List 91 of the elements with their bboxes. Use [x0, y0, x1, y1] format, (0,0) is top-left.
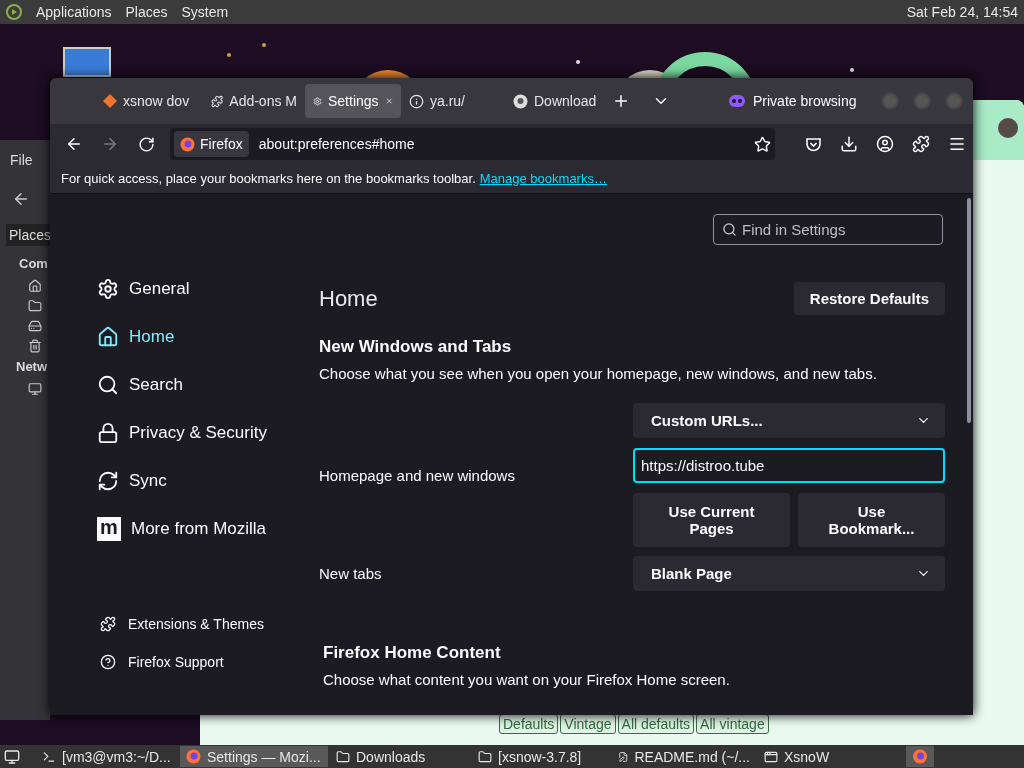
- section-description: Choose what content you want on your Firefox Home screen.: [323, 671, 731, 688]
- bookmarks-hint: For quick access, place your bookmarks here on the bookmarks toolbar.: [61, 171, 476, 186]
- manage-bookmarks-link[interactable]: Manage bookmarks…: [479, 171, 607, 186]
- folder-icon[interactable]: [28, 299, 42, 313]
- panel-menu[interactable]: Places: [125, 4, 168, 20]
- action-button[interactable]: Use Bookmark...: [798, 493, 945, 547]
- panel-menu[interactable]: Applications: [36, 4, 112, 20]
- section-title: Firefox Home Content: [323, 643, 502, 663]
- bookmark-star-icon[interactable]: [754, 135, 771, 153]
- page-heading: Home: [319, 285, 378, 312]
- taskbar-item[interactable]: [xsnow-3.7.8]: [472, 746, 610, 767]
- menu-item[interactable]: File: [10, 152, 33, 168]
- restore-defaults-button[interactable]: Restore Defaults: [793, 282, 945, 315]
- new-tabs-dropdown[interactable]: Blank Page: [633, 556, 945, 591]
- settings-icon: [97, 278, 119, 300]
- firefox-icon: [180, 136, 195, 152]
- setting-label: Homepage and new windows: [319, 466, 515, 484]
- folder-icon: [336, 749, 350, 764]
- badge-icon: [513, 93, 528, 109]
- option-button[interactable]: Defaults: [499, 714, 559, 734]
- forward-icon[interactable]: [101, 135, 119, 153]
- back-icon[interactable]: [12, 190, 30, 208]
- puzzle-icon: [100, 616, 116, 632]
- footer-link[interactable]: Extensions & Themes: [97, 605, 319, 643]
- trash-icon[interactable]: [28, 339, 42, 353]
- option-button[interactable]: All defaults: [617, 714, 695, 734]
- taskbar-item[interactable]: XsnoW: [758, 746, 848, 767]
- option-button[interactable]: All vintage: [696, 714, 769, 734]
- panel-menu[interactable]: System: [181, 4, 229, 20]
- drive-icon[interactable]: [28, 319, 42, 333]
- taskbar-item[interactable]: Downloads: [330, 746, 470, 767]
- identity-button[interactable]: Firefox: [174, 131, 249, 157]
- home-icon: [97, 326, 119, 348]
- section-description: Choose what you see when you open your homepage, new windows, and new tabs.: [319, 365, 878, 382]
- lock-icon: [97, 422, 119, 444]
- mask-icon: [729, 95, 745, 107]
- option-button[interactable]: Vintage: [560, 714, 616, 734]
- show-desktop-icon[interactable]: [4, 748, 20, 765]
- setting-label: New tabs: [319, 565, 382, 582]
- browser-tab[interactable]: ya.ru/: [401, 84, 505, 118]
- section-title: New Windows and Tabs: [319, 337, 513, 357]
- category-item[interactable]: Sync: [97, 457, 319, 505]
- category-item[interactable]: m More from Mozilla: [97, 505, 319, 553]
- sync-icon: [97, 470, 119, 492]
- sidebar-heading: Netw: [16, 359, 48, 374]
- address-bar[interactable]: Firefox about:preferences#home: [170, 128, 775, 160]
- new-tab-icon[interactable]: [612, 92, 630, 110]
- homepage-url-field[interactable]: https://distroo.tube: [633, 448, 945, 483]
- terminal-icon: [42, 749, 56, 764]
- category-item[interactable]: Search: [97, 361, 319, 409]
- taskbar-item[interactable]: Settings — Mozi...: [180, 746, 328, 767]
- reload-icon[interactable]: [137, 135, 155, 153]
- network-icon[interactable]: [28, 382, 42, 396]
- download-icon[interactable]: [840, 135, 858, 153]
- browser-tab[interactable]: Add-ons M: [203, 84, 305, 118]
- search-icon: [97, 374, 119, 396]
- document-icon: [618, 749, 629, 764]
- clock: Sat Feb 24, 14:54: [906, 4, 1018, 20]
- pocket-icon[interactable]: [804, 135, 822, 153]
- footer-link[interactable]: Firefox Support: [97, 643, 319, 681]
- search-field[interactable]: Find in Settings: [713, 214, 943, 245]
- diamond-icon: [103, 94, 117, 108]
- browser-tab[interactable]: Settings: [305, 84, 401, 118]
- mozilla-logo-icon: m: [97, 517, 121, 541]
- taskbar-item[interactable]: README.md (~/...: [612, 746, 756, 767]
- puzzle-icon: [211, 93, 224, 109]
- help-icon: [100, 654, 116, 670]
- browser-tab[interactable]: xsnow dov: [95, 84, 203, 118]
- folder-icon: [478, 749, 492, 764]
- sidebar-heading: Com: [19, 256, 48, 271]
- window-icon: [764, 749, 778, 764]
- system-logo-icon: [6, 4, 22, 20]
- places-button[interactable]: Places: [6, 224, 50, 246]
- search-icon: [722, 222, 737, 237]
- private-browsing-label: Private browsing: [753, 93, 857, 109]
- back-icon[interactable]: [65, 135, 83, 153]
- action-button[interactable]: Use Current Pages: [633, 493, 790, 547]
- browser-tab[interactable]: Download: [505, 84, 605, 118]
- taskbar-item[interactable]: [vm3@vm3:~/D...: [36, 746, 178, 767]
- puzzle-icon[interactable]: [912, 135, 930, 153]
- category-item[interactable]: General: [97, 265, 319, 313]
- homepage-dropdown[interactable]: Custom URLs...: [633, 403, 945, 438]
- account-icon[interactable]: [876, 135, 894, 153]
- firefox-icon[interactable]: [906, 746, 934, 767]
- menu-icon[interactable]: [948, 135, 966, 153]
- category-item[interactable]: Privacy & Security: [97, 409, 319, 457]
- home-icon[interactable]: [28, 279, 42, 293]
- info-icon: [409, 93, 424, 109]
- firefox-icon: [186, 749, 201, 764]
- scrollbar-thumb[interactable]: [967, 198, 971, 423]
- category-item[interactable]: Home: [97, 313, 319, 361]
